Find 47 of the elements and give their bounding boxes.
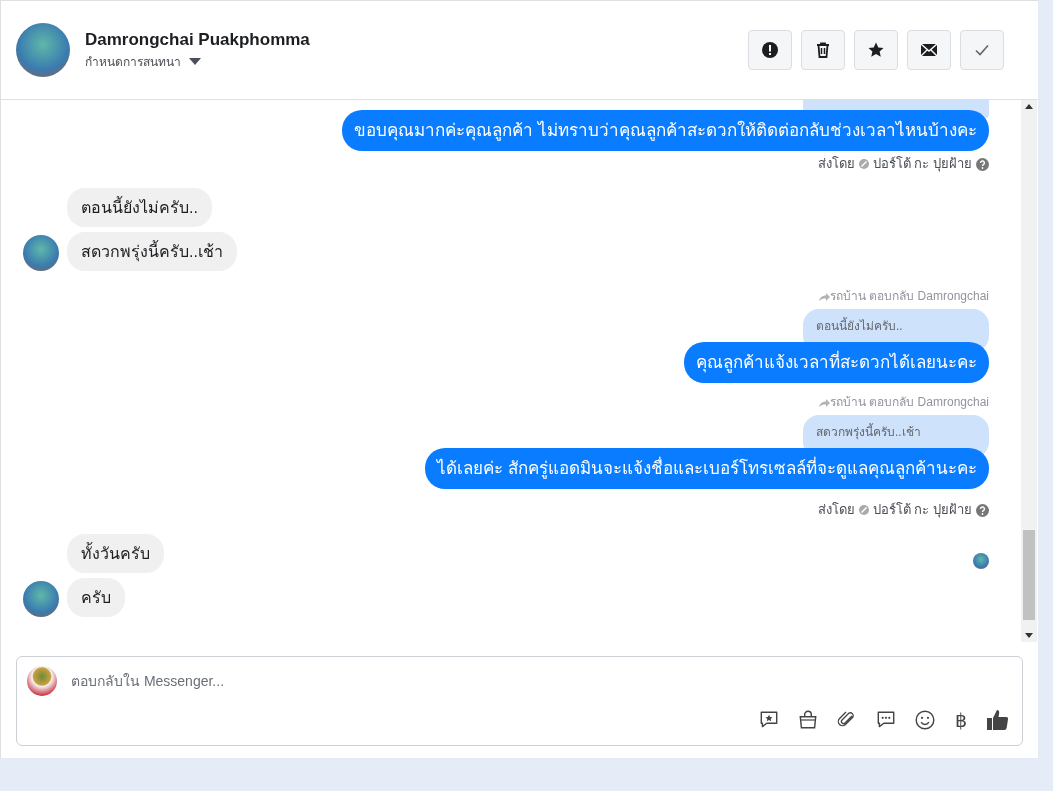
help-icon <box>976 157 989 171</box>
outgoing-message: ได้เลยค่ะ สักครู่แอดมินจะแจ้งชื่อและเบอร์โทรเซลล์ที่จะดูแลคุณลูกค้านะคะ <box>425 448 989 489</box>
blocked-icon <box>858 505 869 515</box>
scroll-down-icon[interactable] <box>1025 633 1033 638</box>
outgoing-message: ขอบคุณมากค่ะคุณลูกค้า ไม่ทราบว่าคุณลูกค้าสะดวกให้ติดต่อกลับช่วงเวลาไหนบ้างคะ <box>342 110 989 151</box>
scroll-up-icon[interactable] <box>1025 104 1033 109</box>
reply-arrow-icon <box>818 292 830 301</box>
contact-avatar <box>23 581 59 617</box>
sent-by-label: ส่งโดย <box>817 156 855 172</box>
bag-icon <box>797 709 819 731</box>
emoji-button[interactable] <box>914 709 936 731</box>
conversation-label-dropdown[interactable]: กำหนดการสนทนา <box>85 53 310 72</box>
mark-spam-button[interactable] <box>748 30 792 70</box>
reply-input[interactable]: ตอบกลับใน Messenger... <box>71 670 1012 692</box>
outgoing-message: คุณลูกค้าแจ้งเวลาที่สะดวกได้เลยนะคะ <box>684 342 989 383</box>
thumbs-up-icon <box>986 708 1010 732</box>
incoming-message: ครับ <box>67 578 125 617</box>
blocked-icon <box>858 159 869 169</box>
star-button[interactable] <box>854 30 898 70</box>
help-icon <box>976 503 989 517</box>
page-avatar <box>27 666 57 696</box>
incoming-message: ทั้งวันครับ <box>67 534 164 573</box>
smiley-icon <box>914 709 936 731</box>
sender-name: ปอร์โต้ กะ ปุยฝ้าย <box>872 502 972 518</box>
mark-unread-button[interactable] <box>907 30 951 70</box>
trash-icon <box>814 41 832 59</box>
shop-button[interactable] <box>797 709 819 731</box>
alert-icon <box>761 41 779 59</box>
contact-avatar <box>16 23 70 77</box>
like-button[interactable] <box>986 708 1010 732</box>
scrollbar[interactable] <box>1021 100 1037 642</box>
payment-button[interactable]: ฿ <box>953 710 969 730</box>
reply-field[interactable]: ตอบกลับใน Messenger... ฿ <box>16 656 1023 746</box>
envelope-icon <box>920 41 938 59</box>
incoming-message: ตอนนี้ยังไม่ครับ.. <box>67 188 212 227</box>
scrollbar-thumb[interactable] <box>1023 530 1035 620</box>
reply-label: รถบ้าน ตอบกลับ Damrongchai <box>829 395 989 410</box>
reply-arrow-icon <box>818 398 830 407</box>
contact-name: Damrongchai Puakphomma <box>85 28 310 51</box>
incoming-message: สดวกพรุ่งนี้ครับ..เช้า <box>67 232 237 271</box>
sent-by-label: ส่งโดย <box>817 502 855 518</box>
contact-avatar <box>23 235 59 271</box>
star-icon <box>867 41 885 59</box>
caret-icon <box>189 58 201 67</box>
reply-label: รถบ้าน ตอบกลับ Damrongchai <box>829 289 989 304</box>
sender-name: ปอร์โต้ กะ ปุยฝ้าย <box>872 156 972 172</box>
delete-button[interactable] <box>801 30 845 70</box>
